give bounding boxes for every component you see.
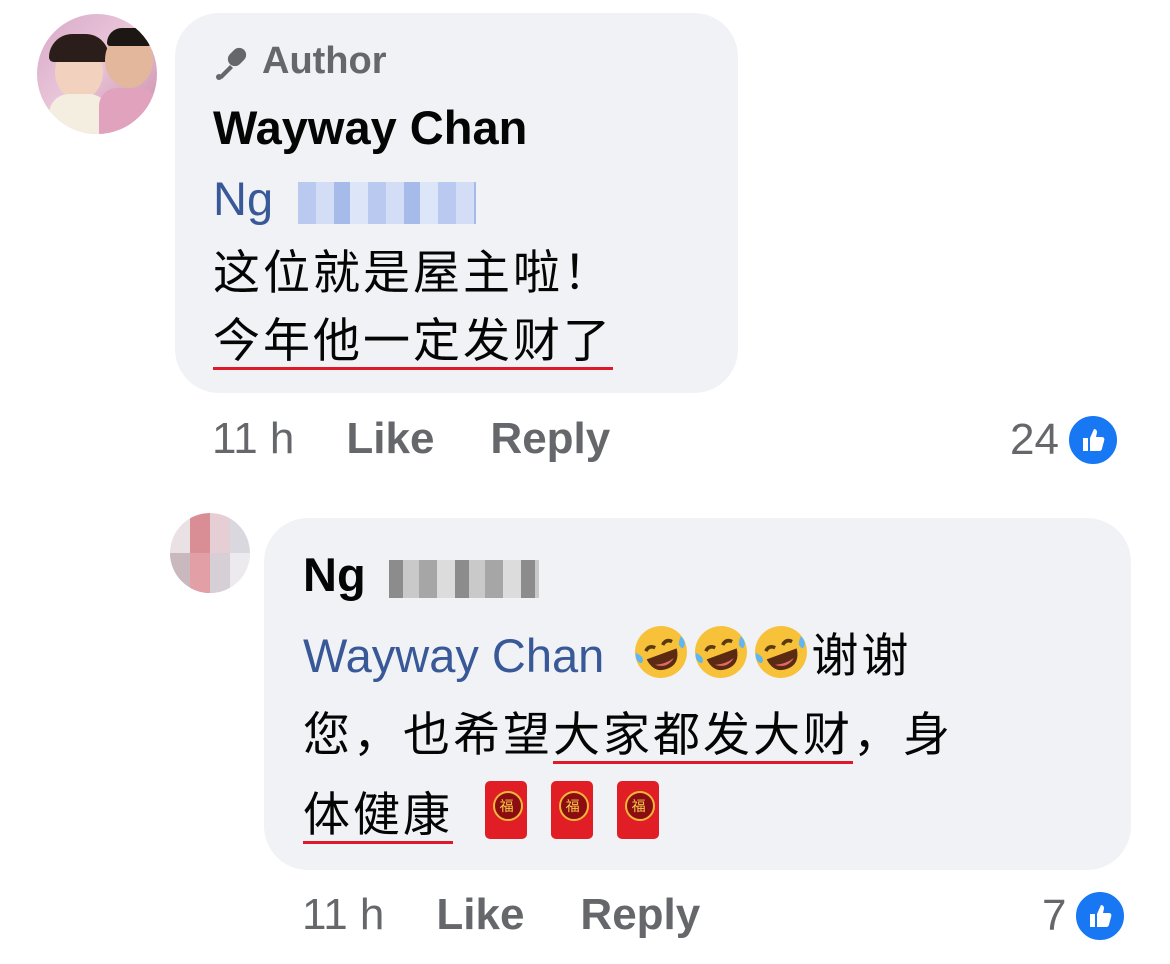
comment-author-name[interactable]: Wayway Chan — [213, 100, 527, 155]
timestamp[interactable]: 11 h — [302, 890, 384, 940]
comment-actions: 11 h Like Reply — [212, 414, 666, 464]
thumbs-up-icon — [1072, 888, 1129, 944]
thumbs-up-icon — [1064, 412, 1121, 468]
microphone-icon — [214, 43, 252, 81]
reply-text-line: 您，也希望大家都发大财，身 — [303, 704, 953, 766]
timestamp[interactable]: 11 h — [212, 414, 294, 464]
mention-link[interactable]: Ng — [213, 172, 273, 225]
red-envelope-icon: 福 — [617, 781, 660, 839]
author-badge-label: Author — [262, 40, 387, 82]
reaction-count[interactable]: 24 — [1010, 412, 1121, 468]
rofl-emoji-icon — [631, 622, 691, 697]
reaction-count[interactable]: 7 — [1042, 888, 1129, 944]
reply-author-label: Ng — [303, 548, 366, 601]
reply-text: 您，也希望 — [303, 708, 553, 761]
highlighted-text: 体健康 — [303, 788, 453, 844]
author-avatar[interactable] — [37, 14, 157, 134]
reaction-count-value: 24 — [1010, 415, 1059, 464]
reply-text-line: 体健康 福福福 — [303, 781, 683, 846]
author-badge: Author — [214, 40, 387, 83]
rofl-emoji-icon — [691, 622, 751, 697]
redacted-name — [298, 181, 477, 224]
reply-text: ，身 — [853, 708, 953, 761]
red-envelope-icon: 福 — [485, 781, 528, 839]
like-button[interactable]: Like — [346, 414, 434, 464]
reply-avatar[interactable] — [170, 513, 250, 593]
reply-button[interactable]: Reply — [580, 890, 700, 940]
redacted-name — [388, 559, 539, 598]
reaction-count-value: 7 — [1042, 891, 1067, 940]
like-button[interactable]: Like — [436, 890, 524, 940]
reply-author-name[interactable]: Ng — [303, 547, 539, 602]
red-envelope-icon: 福 — [551, 781, 594, 839]
comment-text-line: 今年他一定发财了 — [213, 310, 613, 372]
reply-text-line: Wayway Chan 谢谢 — [303, 622, 911, 697]
highlighted-text: 今年他一定发财了 — [213, 314, 613, 370]
reply-actions: 11 h Like Reply — [302, 890, 756, 940]
reply-text: 谢谢 — [811, 628, 912, 682]
comment-text-line: 这位就是屋主啦！ — [213, 246, 613, 299]
mention-line: Ng — [213, 168, 477, 230]
rofl-emoji-icon — [751, 622, 811, 697]
mention-link[interactable]: Wayway Chan — [303, 629, 604, 682]
reply-button[interactable]: Reply — [490, 414, 610, 464]
highlighted-text: 大家都发大财 — [553, 708, 853, 764]
